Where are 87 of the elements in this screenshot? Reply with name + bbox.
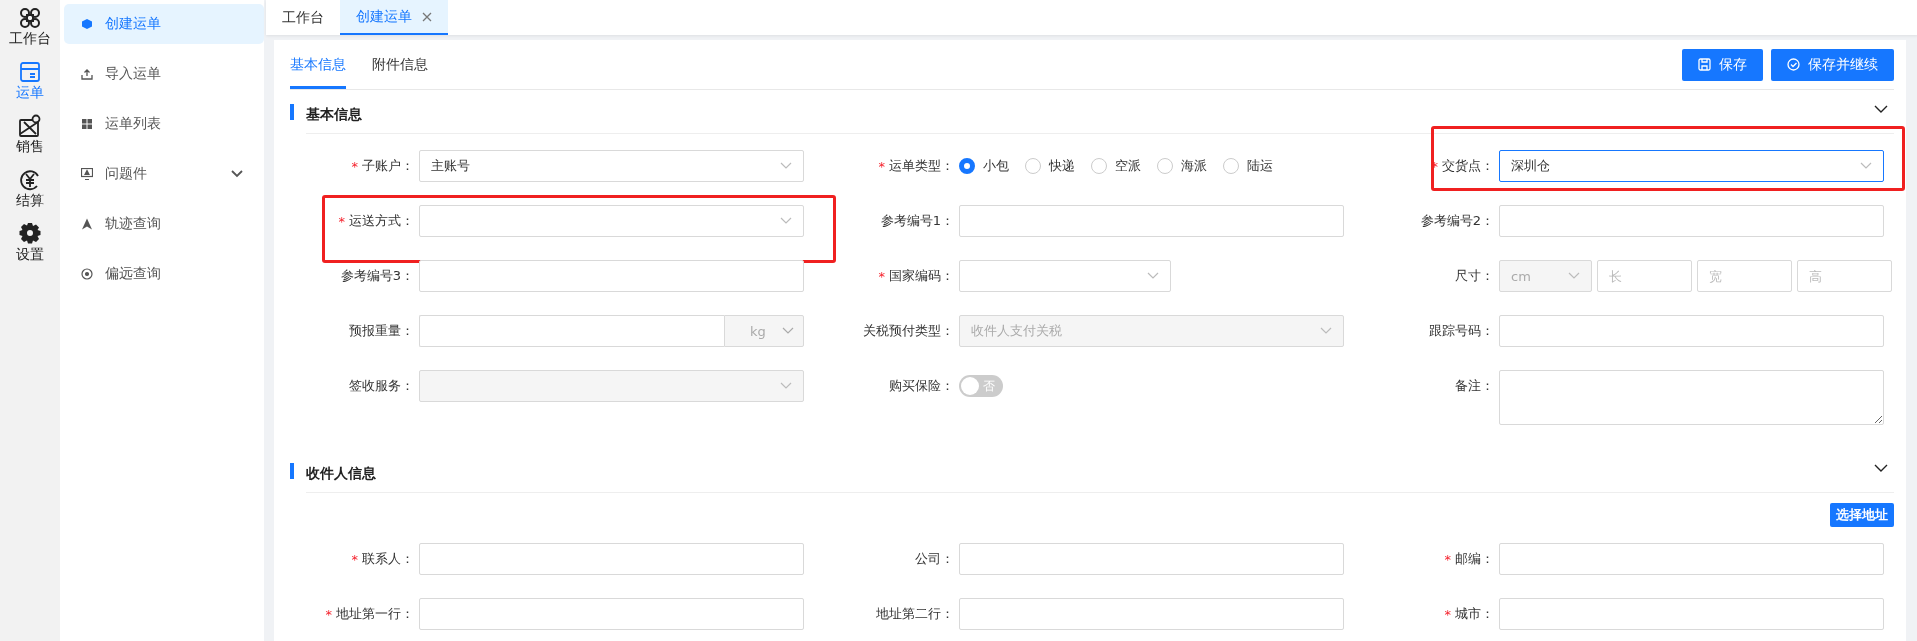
input-field[interactable] [419, 598, 804, 630]
field-label: 参考编号2： [1420, 212, 1494, 230]
input-field[interactable] [1499, 543, 1884, 575]
field-label: 国家编码： [889, 267, 954, 285]
sidebar-item[interactable]: 轨迹查询 [64, 204, 264, 244]
weight-field[interactable] [419, 315, 724, 347]
required-asterisk: * [1444, 551, 1451, 567]
input-field[interactable] [1499, 315, 1884, 347]
sidebar-item[interactable]: 偏远查询 [64, 254, 264, 294]
field-label: 地址第一行： [336, 605, 414, 623]
rail-item[interactable]: 销售 [0, 112, 60, 158]
required-asterisk: * [351, 551, 358, 567]
monitor-warning-icon [81, 168, 93, 180]
input-field[interactable] [959, 598, 1344, 630]
map-pin-icon [18, 114, 42, 138]
field-label: 邮编： [1455, 550, 1494, 568]
field-label: 备注： [1455, 377, 1494, 395]
save-icon [1698, 58, 1711, 71]
remarks-field[interactable] [1499, 370, 1884, 425]
field-label: 运送方式： [349, 212, 414, 230]
required-asterisk: * [325, 606, 332, 622]
sidebar-item[interactable]: 导入运单 [64, 54, 264, 94]
dimension-field[interactable]: 高 [1797, 260, 1892, 292]
sidebar-item[interactable]: 创建运单 [64, 4, 264, 44]
select-field[interactable]: 主账号 [419, 150, 804, 182]
select-address-button[interactable]: 选择地址 [1830, 503, 1894, 527]
field-label: 尺寸： [1455, 267, 1494, 285]
form-tab[interactable]: 附件信息 [372, 40, 428, 89]
input-field[interactable] [1499, 205, 1884, 237]
field-label: 签收服务： [349, 377, 414, 395]
input-field[interactable] [419, 543, 804, 575]
command-icon [18, 6, 42, 30]
radio-option[interactable]: 小包 [959, 157, 1009, 175]
field-label: 跟踪号码： [1429, 322, 1494, 340]
close-icon[interactable] [422, 11, 432, 22]
radio-option[interactable]: 陆运 [1223, 157, 1273, 175]
field-label: 地址第二行： [876, 605, 954, 623]
input-field[interactable] [959, 543, 1344, 575]
form-tab[interactable]: 基本信息 [290, 40, 346, 89]
field-label: 参考编号1： [880, 212, 954, 230]
field-label: 联系人： [362, 550, 414, 568]
input-field[interactable] [419, 260, 804, 292]
required-asterisk: * [878, 158, 885, 174]
window-icon [18, 60, 42, 84]
required-asterisk: * [351, 158, 358, 174]
radio-option[interactable]: 快递 [1025, 157, 1075, 175]
field-label: 交货点： [1442, 157, 1494, 175]
select-field[interactable] [419, 205, 804, 237]
select-field[interactable] [959, 260, 1171, 292]
field-label: 预报重量： [349, 322, 414, 340]
field-label: 关税预付类型： [863, 322, 954, 340]
section-title: 基本信息 [306, 90, 1894, 134]
save-and-continue-button[interactable]: 保存并继续 [1771, 48, 1894, 81]
select-field[interactable]: 深圳仓 [1499, 150, 1884, 182]
field-label: 公司： [915, 550, 954, 568]
radio-option[interactable]: 空派 [1091, 157, 1141, 175]
field-label: 城市： [1455, 605, 1494, 623]
sidebar-item[interactable]: 问题件 [64, 154, 264, 194]
save-button[interactable]: 保存 [1682, 48, 1763, 81]
radio-option[interactable]: 海派 [1157, 157, 1207, 175]
field-label: 参考编号3： [340, 267, 414, 285]
target-icon [81, 268, 93, 280]
page-tab[interactable]: 工作台 [266, 0, 340, 35]
grid-icon [81, 118, 93, 130]
required-asterisk: * [338, 213, 345, 229]
yen-coin-icon [18, 168, 42, 192]
navigation-arrow-icon [81, 218, 93, 230]
cube-icon [81, 18, 93, 30]
required-asterisk: * [1444, 606, 1451, 622]
page-tab[interactable]: 创建运单 [340, 0, 448, 35]
rail-item[interactable]: 工作台 [0, 4, 60, 50]
check-circle-icon [1787, 58, 1800, 71]
rail-item[interactable]: 结算 [0, 166, 60, 212]
sidebar-item[interactable]: 运单列表 [64, 104, 264, 144]
input-field[interactable] [1499, 598, 1884, 630]
field-label: 运单类型： [889, 157, 954, 175]
section-title: 收件人信息 [306, 449, 1894, 493]
rail-item[interactable]: 运单 [0, 58, 60, 104]
field-label: 子账户： [362, 157, 414, 175]
required-asterisk: * [878, 268, 885, 284]
rail-item[interactable]: 设置 [0, 220, 60, 266]
settings-icon [18, 222, 42, 246]
dimension-field[interactable]: 宽 [1697, 260, 1792, 292]
input-field[interactable] [959, 205, 1344, 237]
field-label: 购买保险： [889, 377, 954, 395]
upload-icon [81, 68, 93, 80]
dimension-field[interactable]: 长 [1597, 260, 1692, 292]
